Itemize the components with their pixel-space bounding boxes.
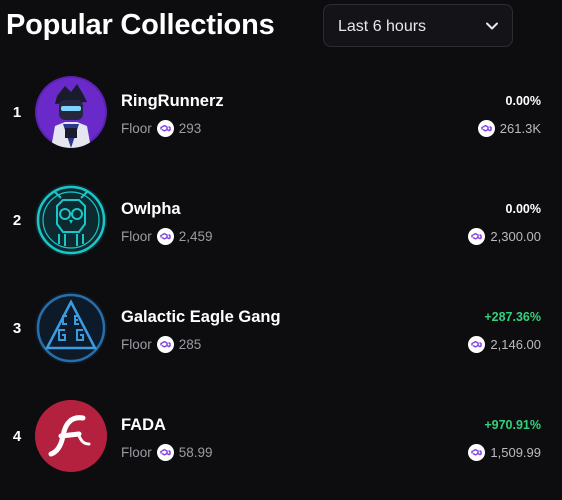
volume-value: 2,300.00 xyxy=(490,228,541,244)
price-change: 0.00% xyxy=(505,94,541,108)
volume-value: 2,146.00 xyxy=(490,336,541,352)
floor-info: Floor 293 xyxy=(121,119,201,137)
volume: 2,300.00 xyxy=(468,227,541,245)
floor-price: 293 xyxy=(178,120,202,136)
avatar-fada xyxy=(35,400,107,472)
price-change: 0.00% xyxy=(505,202,541,216)
polygon-matic-icon xyxy=(156,227,174,245)
polygon-matic-icon xyxy=(468,443,486,461)
polygon-matic-icon xyxy=(477,119,495,137)
page-title: Popular Collections xyxy=(6,9,275,41)
collection-row-ringrunnerz[interactable]: 1 RingRunnerz Floor 293 0.00% 261.3K xyxy=(0,76,562,176)
volume: 2,146.00 xyxy=(468,335,541,353)
polygon-matic-icon xyxy=(156,335,174,353)
volume-value: 261.3K xyxy=(499,120,541,136)
volume-value: 1,509.99 xyxy=(490,444,541,460)
volume: 261.3K xyxy=(477,119,541,137)
floor-price: 58.99 xyxy=(178,444,213,460)
chevron-down-icon xyxy=(484,18,500,34)
floor-label: Floor xyxy=(121,228,152,244)
floor-price: 2,459 xyxy=(178,228,213,244)
polygon-matic-icon xyxy=(468,335,486,353)
floor-label: Floor xyxy=(121,120,152,136)
avatar-ringrunnerz xyxy=(35,76,107,148)
avatar-owlpha xyxy=(35,184,107,256)
avatar-galactic-eagle-gang xyxy=(35,292,107,364)
collection-row-galactic-eagle-gang[interactable]: 3 Galactic Eagle Gang Floor 285 +287.36%… xyxy=(0,292,562,392)
collection-name: Galactic Eagle Gang xyxy=(121,308,281,326)
collection-name: Owlpha xyxy=(121,200,181,218)
floor-price: 285 xyxy=(178,336,202,352)
floor-label: Floor xyxy=(121,444,152,460)
polygon-matic-icon xyxy=(156,443,174,461)
collection-name: FADA xyxy=(121,416,166,434)
rank: 2 xyxy=(12,212,22,229)
collection-name: RingRunnerz xyxy=(121,92,224,110)
price-change: +287.36% xyxy=(484,310,541,324)
floor-info: Floor 58.99 xyxy=(121,443,213,461)
floor-info: Floor 285 xyxy=(121,335,201,353)
timeframe-dropdown[interactable]: Last 6 hours xyxy=(323,4,513,47)
floor-info: Floor 2,459 xyxy=(121,227,213,245)
collection-row-owlpha[interactable]: 2 Owlpha Floor 2,459 0.00% 2,300.00 xyxy=(0,184,562,284)
polygon-matic-icon xyxy=(156,119,174,137)
rank: 3 xyxy=(12,320,22,337)
polygon-matic-icon xyxy=(468,227,486,245)
collection-row-fada[interactable]: 4 FADA Floor 58.99 +970.91% 1,509.99 xyxy=(0,400,562,500)
header: Popular Collections Last 6 hours xyxy=(0,0,562,60)
price-change: +970.91% xyxy=(484,418,541,432)
rank: 1 xyxy=(12,104,22,121)
timeframe-selected: Last 6 hours xyxy=(338,18,427,35)
volume: 1,509.99 xyxy=(468,443,541,461)
rank: 4 xyxy=(12,428,22,445)
floor-label: Floor xyxy=(121,336,152,352)
